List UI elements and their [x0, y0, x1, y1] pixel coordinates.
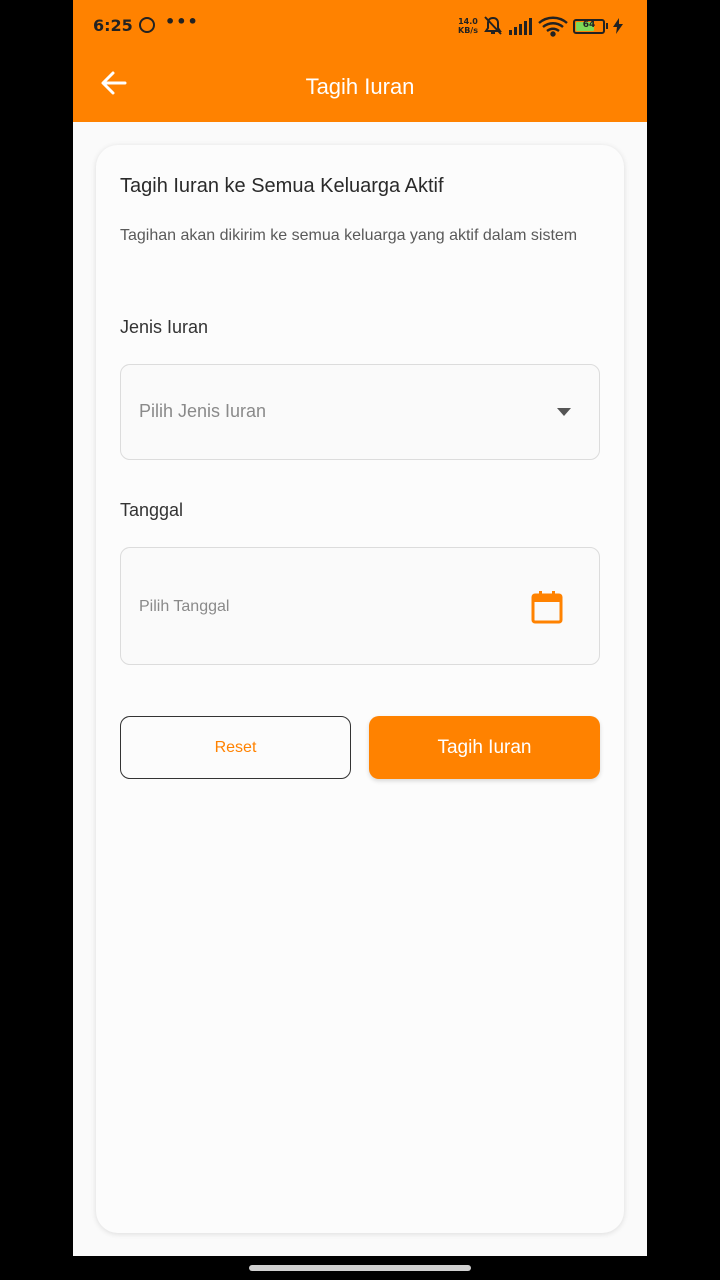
- notification-face-icon: [139, 17, 155, 33]
- form-description: Tagihan akan dikirim ke semua keluarga y…: [120, 227, 578, 244]
- form-title: Tagih Iuran ke Semua Keluarga Aktif: [120, 175, 444, 197]
- more-notifications-icon: •••: [165, 12, 199, 31]
- home-indicator[interactable]: [249, 1265, 471, 1271]
- wifi-icon: [538, 16, 568, 37]
- back-arrow-icon[interactable]: [99, 68, 129, 98]
- signal-icon: [509, 18, 532, 35]
- jenis-iuran-dropdown[interactable]: Pilih Jenis Iuran: [120, 364, 600, 460]
- network-speed-value: 14.0: [458, 17, 478, 26]
- status-time: 6:25: [93, 16, 133, 35]
- status-bar: 6:25 ••• 14.0 KB/s 64: [73, 0, 647, 52]
- tanggal-picker[interactable]: Pilih Tanggal: [120, 547, 600, 665]
- app-bar: Tagih Iuran: [73, 52, 647, 122]
- phone-screen: 6:25 ••• 14.0 KB/s 64 Tagih Iuran Tagih …: [73, 0, 647, 1256]
- battery-level: 64: [582, 20, 596, 30]
- reset-button[interactable]: Reset: [120, 716, 351, 779]
- billing-form-card: Tagih Iuran ke Semua Keluarga Aktif Tagi…: [96, 145, 624, 1233]
- tanggal-placeholder: Pilih Tanggal: [139, 598, 230, 615]
- charging-icon: [613, 18, 623, 34]
- jenis-iuran-label: Jenis Iuran: [120, 317, 209, 337]
- mute-bell-icon: [484, 16, 502, 35]
- network-speed: 14.0 KB/s: [458, 17, 478, 35]
- calendar-icon[interactable]: [531, 590, 563, 624]
- tanggal-label: Tanggal: [120, 500, 184, 520]
- tagih-iuran-button[interactable]: Tagih Iuran: [369, 716, 600, 779]
- network-speed-unit: KB/s: [458, 26, 478, 35]
- battery-icon: 64: [573, 19, 605, 34]
- page-title: Tagih Iuran: [305, 74, 415, 99]
- dropdown-arrow-icon: [557, 408, 571, 416]
- jenis-iuran-placeholder: Pilih Jenis Iuran: [139, 401, 267, 421]
- status-icons: [484, 16, 568, 37]
